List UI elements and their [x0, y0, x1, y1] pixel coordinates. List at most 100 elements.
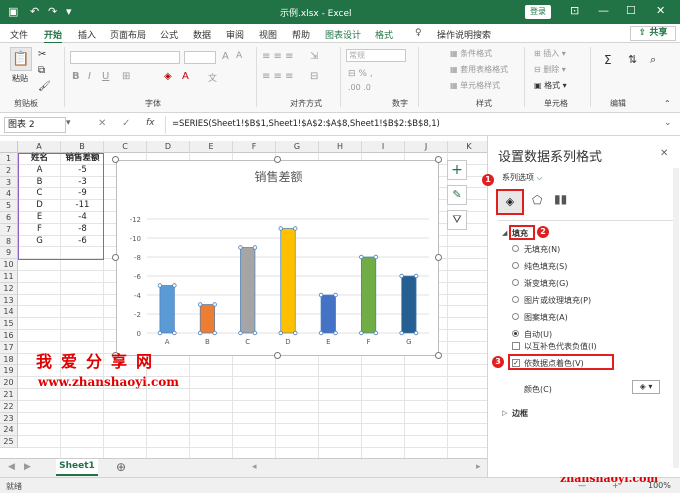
tab-formulas[interactable]: 公式	[160, 28, 178, 41]
column-header-K[interactable]: K	[448, 141, 487, 153]
column-header-A[interactable]: A	[18, 141, 61, 153]
new-sheet-icon[interactable]: ⊕	[116, 460, 126, 474]
insert-function-icon[interactable]: fx	[146, 118, 155, 128]
row-header-7[interactable]: 7	[0, 223, 18, 236]
column-header-D[interactable]: D	[147, 141, 190, 153]
pane-scrollbar[interactable]	[673, 168, 679, 468]
section-expand-icon[interactable]: ◢	[502, 229, 507, 237]
paste-label[interactable]: 粘贴	[12, 73, 28, 84]
share-button[interactable]: ⇪ 共享	[630, 26, 676, 41]
align-top-icon[interactable]: ≡ ≡ ≡	[262, 51, 294, 62]
scroll-right-icon[interactable]: ▸	[476, 462, 481, 472]
currency-icon[interactable]: ⊟ % ,	[348, 69, 373, 79]
underline-icon[interactable]: U	[102, 71, 109, 82]
row-header-24[interactable]: 24	[0, 424, 18, 437]
cancel-icon[interactable]: ✕	[98, 118, 106, 129]
font-name-dropdown[interactable]	[70, 51, 180, 64]
fill-radio[interactable]	[512, 296, 519, 303]
resize-handle[interactable]	[112, 156, 119, 163]
column-header-C[interactable]: C	[104, 141, 147, 153]
close-icon[interactable]: ✕	[656, 4, 665, 17]
tab-home[interactable]: 开始	[44, 28, 63, 44]
tab-chart-design[interactable]: 图表设计	[325, 28, 361, 41]
name-box[interactable]: 图表 2	[4, 117, 66, 133]
sheet-tab-sheet1[interactable]: Sheet1	[56, 459, 98, 476]
decimal-icon[interactable]: .00 .0	[348, 83, 371, 92]
prev-sheet-icon[interactable]: ◀	[8, 462, 15, 472]
expand-formula-icon[interactable]: ⌄	[664, 118, 672, 128]
wrap-text-icon[interactable]: ⇲	[310, 51, 318, 62]
row-header-12[interactable]: 12	[0, 282, 18, 295]
column-header-G[interactable]: G	[276, 141, 319, 153]
resize-handle[interactable]	[435, 254, 442, 261]
column-header-I[interactable]: I	[362, 141, 405, 153]
merge-icon[interactable]: ⊟	[310, 71, 318, 82]
zoom-out-icon[interactable]: —	[578, 481, 586, 490]
autosum-icon[interactable]: Σ	[604, 53, 612, 67]
next-sheet-icon[interactable]: ▶	[24, 462, 31, 472]
column-header-F[interactable]: F	[233, 141, 276, 153]
row-header-18[interactable]: 18	[0, 353, 18, 366]
tab-view[interactable]: 视图	[259, 28, 277, 41]
format-cells-button[interactable]: ▣ 格式 ▾	[534, 80, 567, 91]
delete-cells-button[interactable]: ⊟ 删除 ▾	[534, 64, 566, 75]
zoom-level[interactable]: 100%	[648, 481, 671, 490]
italic-icon[interactable]: I	[88, 71, 91, 82]
conditional-format-button[interactable]: ▦ 条件格式	[450, 48, 492, 59]
font-color-icon[interactable]: A	[182, 71, 189, 82]
format-as-table-button[interactable]: ▦ 套用表格格式	[450, 64, 508, 75]
paste-icon[interactable]: 📋	[10, 47, 32, 71]
row-header-11[interactable]: 11	[0, 271, 18, 283]
fill-color-icon[interactable]: ◈	[164, 71, 172, 82]
row-header-10[interactable]: 10	[0, 259, 18, 271]
ribbon-display-icon[interactable]: ⊡	[570, 4, 579, 17]
formula-input[interactable]: =SERIES(Sheet1!$B$1,Sheet1!$A$2:$A$8,She…	[172, 119, 440, 129]
resize-handle[interactable]	[274, 352, 281, 359]
resize-handle[interactable]	[435, 156, 442, 163]
fill-radio[interactable]	[512, 262, 519, 269]
phonetic-icon[interactable]: 文	[208, 71, 217, 84]
tab-file[interactable]: 文件	[10, 28, 28, 41]
tab-page-layout[interactable]: 页面布局	[110, 28, 146, 41]
row-header-15[interactable]: 15	[0, 318, 18, 330]
row-header-19[interactable]: 19	[0, 365, 18, 378]
invert-negative-checkbox[interactable]	[512, 342, 520, 350]
login-button[interactable]: 登录	[525, 5, 551, 19]
pane-close-icon[interactable]: ✕	[660, 148, 668, 159]
bar-chart-icon[interactable]: ▮▮	[554, 192, 567, 206]
row-header-13[interactable]: 13	[0, 294, 18, 307]
minimize-icon[interactable]: —	[598, 4, 609, 17]
column-header-E[interactable]: E	[190, 141, 233, 153]
tab-review[interactable]: 审阅	[226, 28, 244, 41]
row-header-25[interactable]: 25	[0, 436, 18, 448]
row-header-9[interactable]: 9	[0, 247, 18, 260]
number-format-dropdown[interactable]: 常规	[346, 49, 406, 62]
scroll-left-icon[interactable]: ◂	[252, 462, 257, 472]
resize-handle[interactable]	[274, 156, 281, 163]
row-header-8[interactable]: 8	[0, 235, 18, 248]
row-header-20[interactable]: 20	[0, 377, 18, 389]
row-header-23[interactable]: 23	[0, 412, 18, 425]
column-header-B[interactable]: B	[61, 141, 104, 153]
bold-icon[interactable]: B	[72, 71, 80, 82]
row-header-6[interactable]: 6	[0, 212, 18, 224]
column-header-H[interactable]: H	[319, 141, 362, 153]
fill-radio[interactable]	[512, 279, 519, 286]
tab-insert[interactable]: 插入	[78, 28, 96, 41]
find-select-icon[interactable]: ⌕	[650, 53, 656, 67]
border-icon[interactable]: ⊞	[122, 71, 130, 82]
color-picker-button[interactable]: ◈ ▾	[632, 380, 660, 394]
fill-radio[interactable]	[512, 330, 519, 337]
chart-object[interactable]: 销售差额 0 -2 -4 -6 -8 -10 -12 A B C D E F G	[116, 160, 439, 356]
cut-icon[interactable]: ✂	[38, 49, 46, 60]
align-left-icon[interactable]: ≡ ≡ ≡	[262, 71, 294, 82]
chart-filters-button[interactable]: ⛛	[447, 210, 467, 230]
row-header-14[interactable]: 14	[0, 306, 18, 319]
copy-icon[interactable]: ⧉	[38, 65, 45, 76]
chart-styles-button[interactable]: ✎	[447, 185, 467, 205]
row-header-5[interactable]: 5	[0, 200, 18, 212]
insert-cells-button[interactable]: ⊞ 插入 ▾	[534, 48, 566, 59]
undo-icon[interactable]: ↶	[30, 5, 39, 18]
row-header-22[interactable]: 22	[0, 400, 18, 413]
save-icon[interactable]: ▣	[8, 5, 18, 18]
